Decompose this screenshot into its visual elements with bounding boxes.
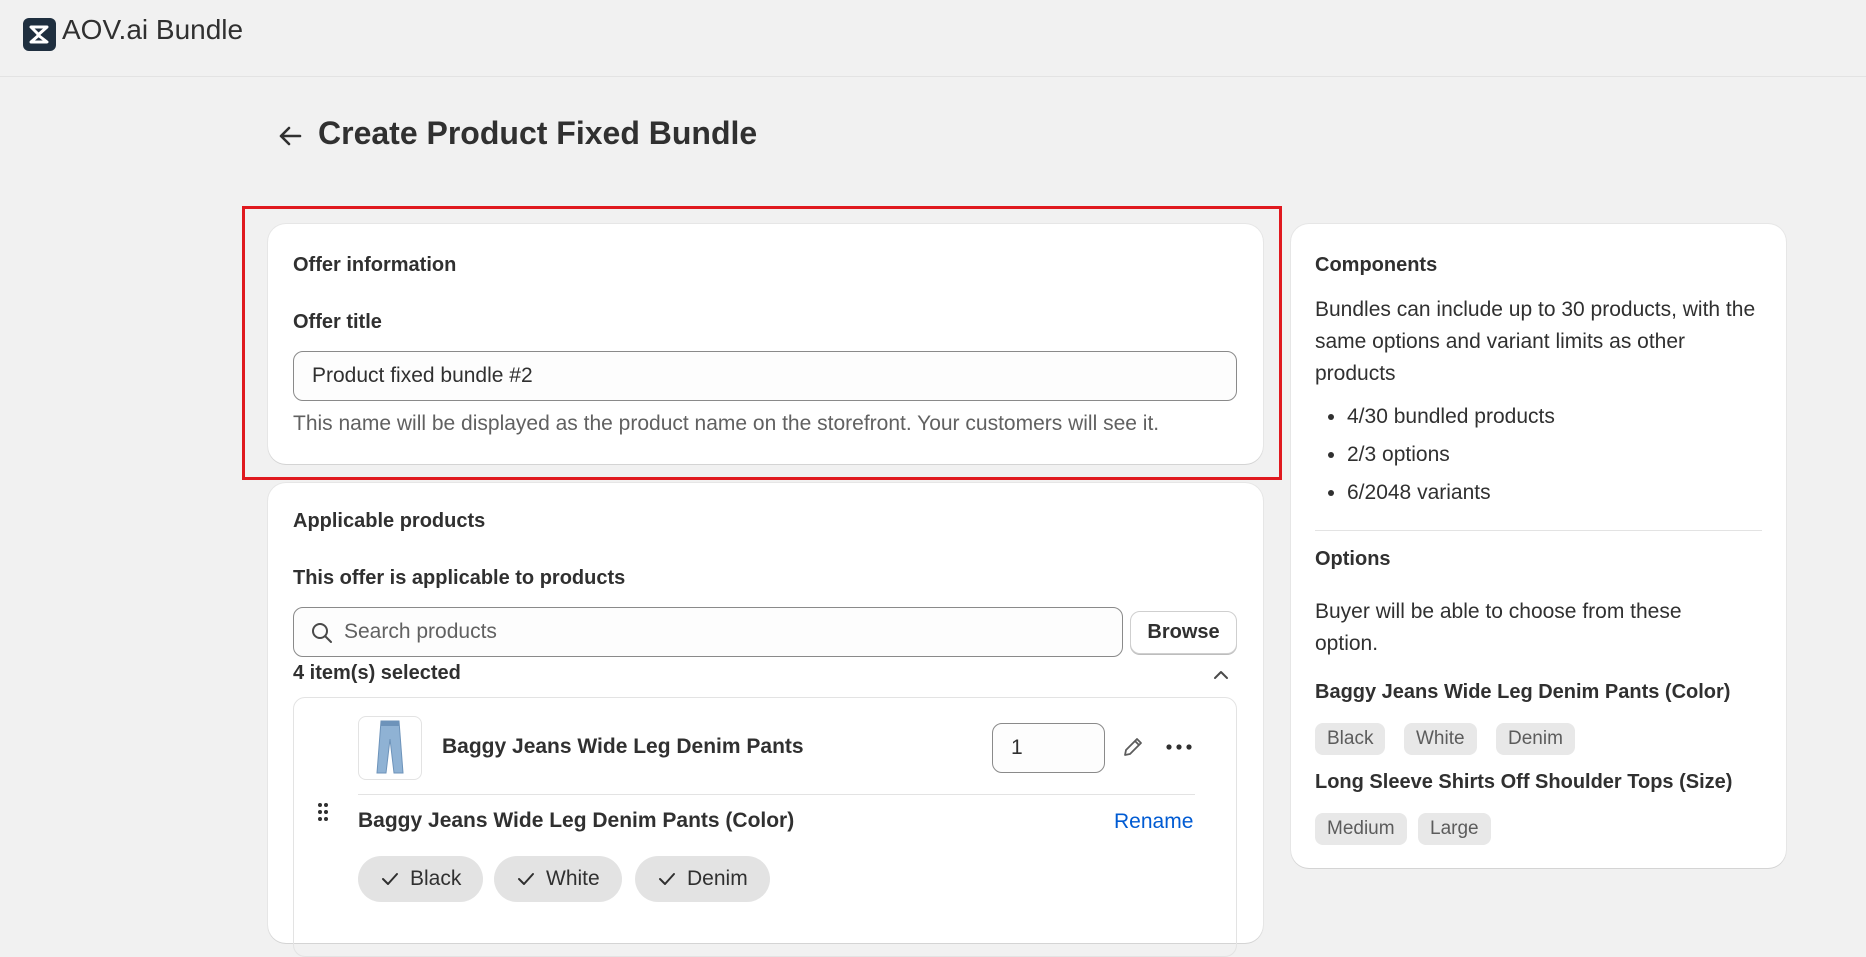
rename-link[interactable]: Rename <box>1114 810 1193 834</box>
offer-title-input[interactable]: Product fixed bundle #2 <box>293 351 1237 401</box>
option-group-title: Baggy Jeans Wide Leg Denim Pants (Color) <box>1315 681 1731 703</box>
product-divider <box>358 794 1195 795</box>
product-name: Baggy Jeans Wide Leg Denim Pants <box>442 735 804 758</box>
option-chip-label: White <box>546 867 600 890</box>
drag-handle-icon[interactable] <box>316 801 330 828</box>
offer-title-help-text: This name will be displayed as the produ… <box>293 412 1160 435</box>
pencil-icon[interactable] <box>1120 734 1146 765</box>
product-option-title: Baggy Jeans Wide Leg Denim Pants (Color) <box>358 809 795 832</box>
search-icon <box>310 621 334 651</box>
selected-product-item: Baggy Jeans Wide Leg Denim Pants 1 Baggy <box>293 697 1237 957</box>
more-icon[interactable] <box>1164 735 1194 764</box>
browse-button[interactable]: Browse <box>1130 611 1237 654</box>
product-thumbnail <box>358 716 422 780</box>
offer-title-label: Offer title <box>293 311 382 333</box>
app-logo-icon <box>23 18 56 51</box>
back-arrow-icon[interactable] <box>274 120 306 152</box>
components-card: Components Bundles can include up to 30 … <box>1291 224 1786 868</box>
option-tag: White <box>1404 723 1477 755</box>
applicable-products-subheading: This offer is applicable to products <box>293 567 626 589</box>
selected-count: 4 item(s) selected <box>293 662 461 684</box>
option-group-title: Long Sleeve Shirts Off Shoulder Tops (Si… <box>1315 771 1733 793</box>
options-description: Buyer will be able to choose from these … <box>1315 600 1682 655</box>
option-chip-black[interactable]: Black <box>358 856 484 902</box>
stat-bundled-products: 4/30 bundled products <box>1347 398 1555 436</box>
option-tag: Black <box>1315 723 1386 755</box>
quantity-input[interactable]: 1 <box>992 723 1105 773</box>
stat-variants: 6/2048 variants <box>1347 474 1555 512</box>
option-chip-denim[interactable]: Denim <box>635 856 770 902</box>
components-description: Bundles can include up to 30 products, w… <box>1315 298 1756 385</box>
option-chip-label: Denim <box>687 867 748 890</box>
app-name: AOV.ai Bundle <box>62 14 244 45</box>
components-stats: 4/30 bundled products 2/3 options 6/2048… <box>1315 398 1555 512</box>
options-heading: Options <box>1315 548 1391 570</box>
checkmark-icon <box>516 869 536 889</box>
offer-title-value: Product fixed bundle #2 <box>312 364 533 387</box>
option-tag: Denim <box>1496 723 1575 755</box>
applicable-products-heading: Applicable products <box>293 510 486 532</box>
option-tag: Large <box>1418 813 1491 845</box>
option-chip-label: Black <box>410 867 462 890</box>
components-divider <box>1315 530 1762 531</box>
option-chip-white[interactable]: White <box>494 856 622 902</box>
applicable-products-card: Applicable products This offer is applic… <box>268 483 1263 957</box>
offer-information-card: Offer information Offer title Product fi… <box>268 224 1263 464</box>
stat-options: 2/3 options <box>1347 436 1555 474</box>
top-bar: AOV.ai Bundle <box>0 0 1866 77</box>
chevron-up-icon[interactable] <box>1210 664 1232 691</box>
search-placeholder: Search products <box>344 620 497 643</box>
option-tag: Medium <box>1315 813 1407 845</box>
checkmark-icon <box>380 869 400 889</box>
components-heading: Components <box>1315 254 1438 276</box>
offer-information-heading: Offer information <box>293 254 457 276</box>
checkmark-icon <box>657 869 677 889</box>
search-products-input[interactable]: Search products <box>293 607 1123 657</box>
page-title: Create Product Fixed Bundle <box>318 115 758 151</box>
quantity-value: 1 <box>1011 736 1023 759</box>
